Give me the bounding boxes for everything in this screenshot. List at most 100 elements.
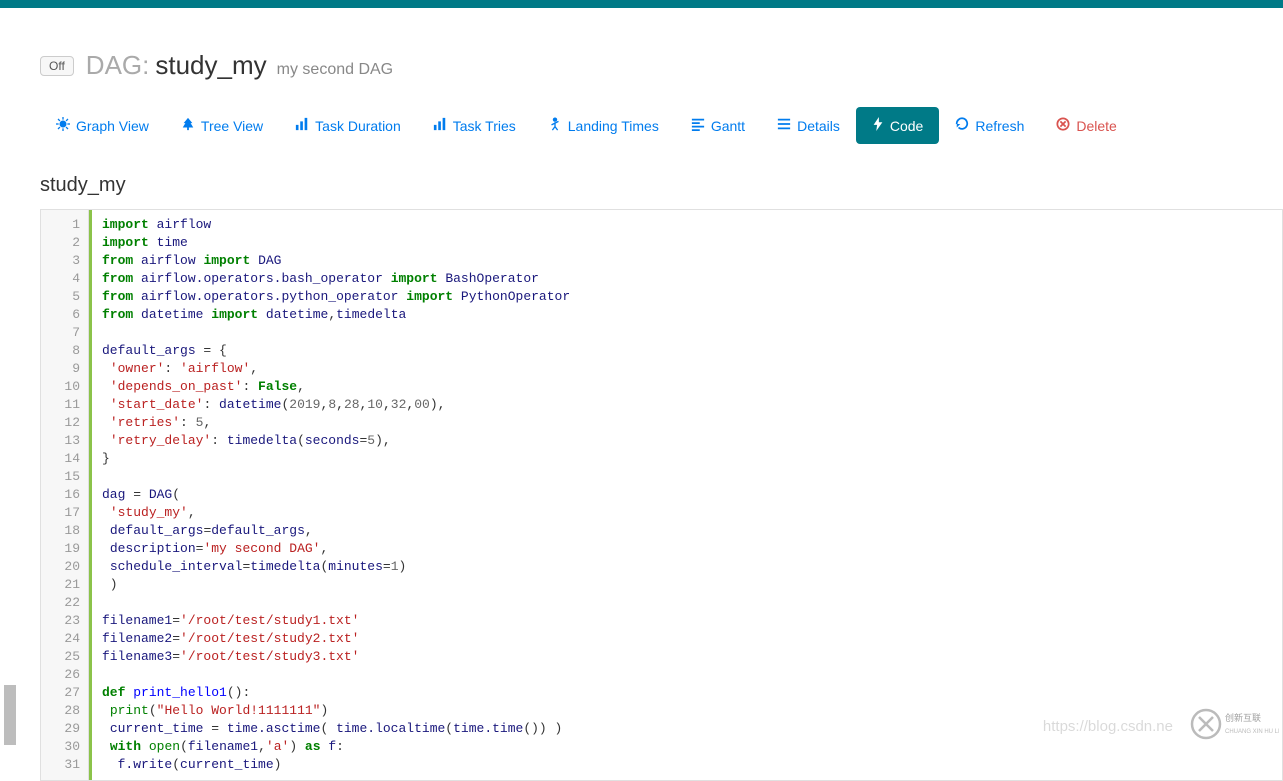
code-line: [102, 594, 1272, 612]
tab-label: Details: [797, 118, 840, 134]
page-body: Off DAG: study_my my second DAG Graph Vi…: [0, 8, 1283, 781]
line-number: 12: [45, 414, 80, 432]
main-content: Off DAG: study_my my second DAG Graph Vi…: [22, 8, 1283, 781]
line-number: 29: [45, 720, 80, 738]
code-line: dag = DAG(: [102, 486, 1272, 504]
scroll-thumb[interactable]: [4, 685, 16, 745]
code-line: f.write(current_time): [102, 756, 1272, 774]
code-line: filename1='/root/test/study1.txt': [102, 612, 1272, 630]
bar-chart-icon: [295, 117, 309, 134]
code-line: }: [102, 450, 1272, 468]
code-line: description='my second DAG',: [102, 540, 1272, 558]
line-number: 26: [45, 666, 80, 684]
person-icon: [548, 117, 562, 134]
line-number: 15: [45, 468, 80, 486]
code-line: filename3='/root/test/study3.txt': [102, 648, 1272, 666]
code-line: 'retries': 5,: [102, 414, 1272, 432]
code-line: print("Hello World!1111111"): [102, 702, 1272, 720]
nav-tabs: Graph View Tree View Task Duration Task …: [40, 107, 1283, 144]
code-line: with open(filename1,'a') as f:: [102, 738, 1272, 756]
tab-graph-view[interactable]: Graph View: [40, 107, 165, 144]
line-number: 13: [45, 432, 80, 450]
line-number: 28: [45, 702, 80, 720]
tab-label: Delete: [1076, 118, 1116, 134]
line-number: 10: [45, 378, 80, 396]
code-line: default_args = {: [102, 342, 1272, 360]
tab-label: Task Duration: [315, 118, 401, 134]
code-line: from airflow.operators.python_operator i…: [102, 288, 1272, 306]
line-number: 25: [45, 648, 80, 666]
line-number: 19: [45, 540, 80, 558]
line-number: 27: [45, 684, 80, 702]
code-panel: 1234567891011121314151617181920212223242…: [40, 209, 1283, 781]
code-line: schedule_interval=timedelta(minutes=1): [102, 558, 1272, 576]
tab-label: Graph View: [76, 118, 149, 134]
tab-details[interactable]: Details: [761, 107, 856, 144]
line-number: 3: [45, 252, 80, 270]
line-number: 23: [45, 612, 80, 630]
tab-refresh[interactable]: Refresh: [939, 107, 1040, 144]
tab-task-duration[interactable]: Task Duration: [279, 107, 417, 144]
bar-chart-icon: [433, 117, 447, 134]
code-line: from datetime import datetime,timedelta: [102, 306, 1272, 324]
top-bar: [0, 0, 1283, 8]
tab-code[interactable]: Code: [856, 107, 939, 144]
tab-task-tries[interactable]: Task Tries: [417, 107, 532, 144]
close-circle-icon: [1056, 117, 1070, 134]
line-number: 20: [45, 558, 80, 576]
tree-icon: [181, 117, 195, 134]
code-line: def print_hello1():: [102, 684, 1272, 702]
tab-label: Landing Times: [568, 118, 659, 134]
dag-header: Off DAG: study_my my second DAG: [40, 8, 1283, 89]
line-number: 30: [45, 738, 80, 756]
code-line: 'owner': 'airflow',: [102, 360, 1272, 378]
line-number: 31: [45, 756, 80, 774]
left-scrollbar[interactable]: [0, 8, 22, 745]
code-line: from airflow import DAG: [102, 252, 1272, 270]
code-line: ): [102, 576, 1272, 594]
code-line: [102, 666, 1272, 684]
dag-toggle-off[interactable]: Off: [40, 56, 74, 76]
line-number: 6: [45, 306, 80, 324]
code-line: filename2='/root/test/study2.txt': [102, 630, 1272, 648]
tab-tree-view[interactable]: Tree View: [165, 107, 279, 144]
tab-label: Tree View: [201, 118, 263, 134]
code-line: 'start_date': datetime(2019,8,28,10,32,0…: [102, 396, 1272, 414]
code-body: import airflowimport timefrom airflow im…: [89, 210, 1282, 780]
line-number: 11: [45, 396, 80, 414]
bolt-icon: [872, 117, 884, 134]
code-line: default_args=default_args,: [102, 522, 1272, 540]
line-number: 4: [45, 270, 80, 288]
line-number: 1: [45, 216, 80, 234]
tab-landing-times[interactable]: Landing Times: [532, 107, 675, 144]
line-number: 8: [45, 342, 80, 360]
tab-delete[interactable]: Delete: [1040, 107, 1132, 144]
tab-label: Code: [890, 118, 923, 134]
sun-icon: [56, 117, 70, 134]
line-number: 2: [45, 234, 80, 252]
dag-label: DAG:: [86, 50, 150, 81]
line-number: 22: [45, 594, 80, 612]
tab-gantt[interactable]: Gantt: [675, 107, 761, 144]
section-title: study_my: [40, 174, 1283, 197]
line-number: 24: [45, 630, 80, 648]
tab-label: Task Tries: [453, 118, 516, 134]
code-line: from airflow.operators.bash_operator imp…: [102, 270, 1272, 288]
tab-label: Gantt: [711, 118, 745, 134]
align-left-icon: [691, 117, 705, 134]
refresh-icon: [955, 117, 969, 134]
code-line: 'retry_delay': timedelta(seconds=5),: [102, 432, 1272, 450]
dag-name: study_my: [155, 50, 266, 81]
code-line: import airflow: [102, 216, 1272, 234]
line-number: 21: [45, 576, 80, 594]
code-line: import time: [102, 234, 1272, 252]
dag-description: my second DAG: [277, 61, 393, 79]
line-number: 17: [45, 504, 80, 522]
list-icon: [777, 117, 791, 134]
code-line: [102, 468, 1272, 486]
code-line: [102, 324, 1272, 342]
line-numbers: 1234567891011121314151617181920212223242…: [41, 210, 89, 780]
line-number: 18: [45, 522, 80, 540]
line-number: 14: [45, 450, 80, 468]
code-line: 'study_my',: [102, 504, 1272, 522]
